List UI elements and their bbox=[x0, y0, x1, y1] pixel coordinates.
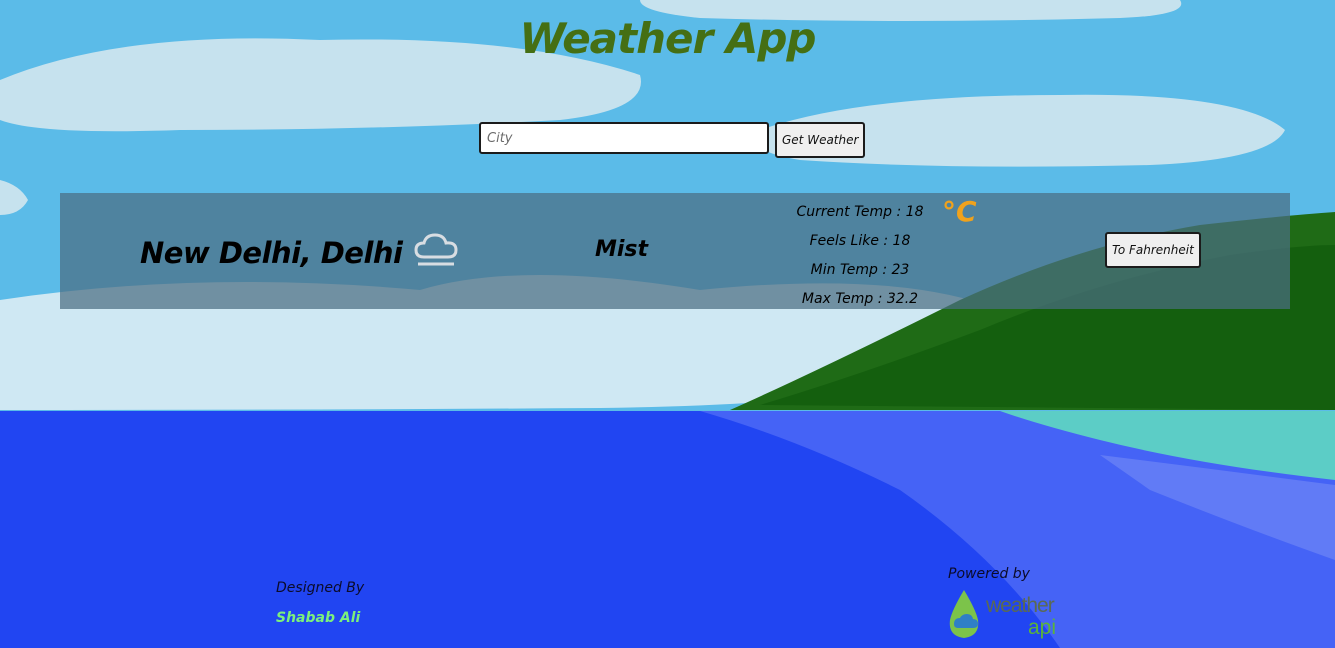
temperature-unit: °C bbox=[942, 195, 977, 228]
droplet-icon bbox=[949, 590, 979, 638]
cloud-icon bbox=[412, 229, 460, 276]
min-temp: Min Temp : 23 bbox=[810, 262, 910, 278]
feels-like: Feels Like : 18 bbox=[809, 233, 911, 249]
get-weather-button[interactable]: Get Weather bbox=[775, 122, 866, 158]
weatherapi-logo[interactable]: weather api bbox=[946, 588, 1058, 640]
logo-word-api: api bbox=[1028, 616, 1057, 639]
designed-by-label: Designed By bbox=[276, 580, 365, 596]
location-name: New Delhi, Delhi bbox=[140, 235, 403, 270]
city-input[interactable] bbox=[479, 122, 769, 154]
powered-by-label: Powered by bbox=[948, 566, 1030, 582]
weather-panel: New Delhi, Delhi Mist Current Temp : 18 … bbox=[60, 193, 1290, 309]
location: New Delhi, Delhi bbox=[140, 229, 460, 276]
logo-word-weather: weather bbox=[986, 594, 1055, 617]
current-temp: Current Temp : 18 bbox=[796, 204, 924, 220]
background-scene bbox=[0, 0, 1335, 648]
weather-condition: Mist bbox=[595, 237, 649, 262]
to-fahrenheit-button[interactable]: To Fahrenheit bbox=[1105, 232, 1201, 268]
max-temp: Max Temp : 32.2 bbox=[801, 291, 919, 307]
temperature-details: Current Temp : 18 Feels Like : 18 Min Te… bbox=[790, 198, 930, 314]
designer-name: Shabab Ali bbox=[276, 610, 361, 626]
search-bar: Get Weather bbox=[479, 122, 866, 158]
app-title: Weather App bbox=[519, 14, 817, 63]
